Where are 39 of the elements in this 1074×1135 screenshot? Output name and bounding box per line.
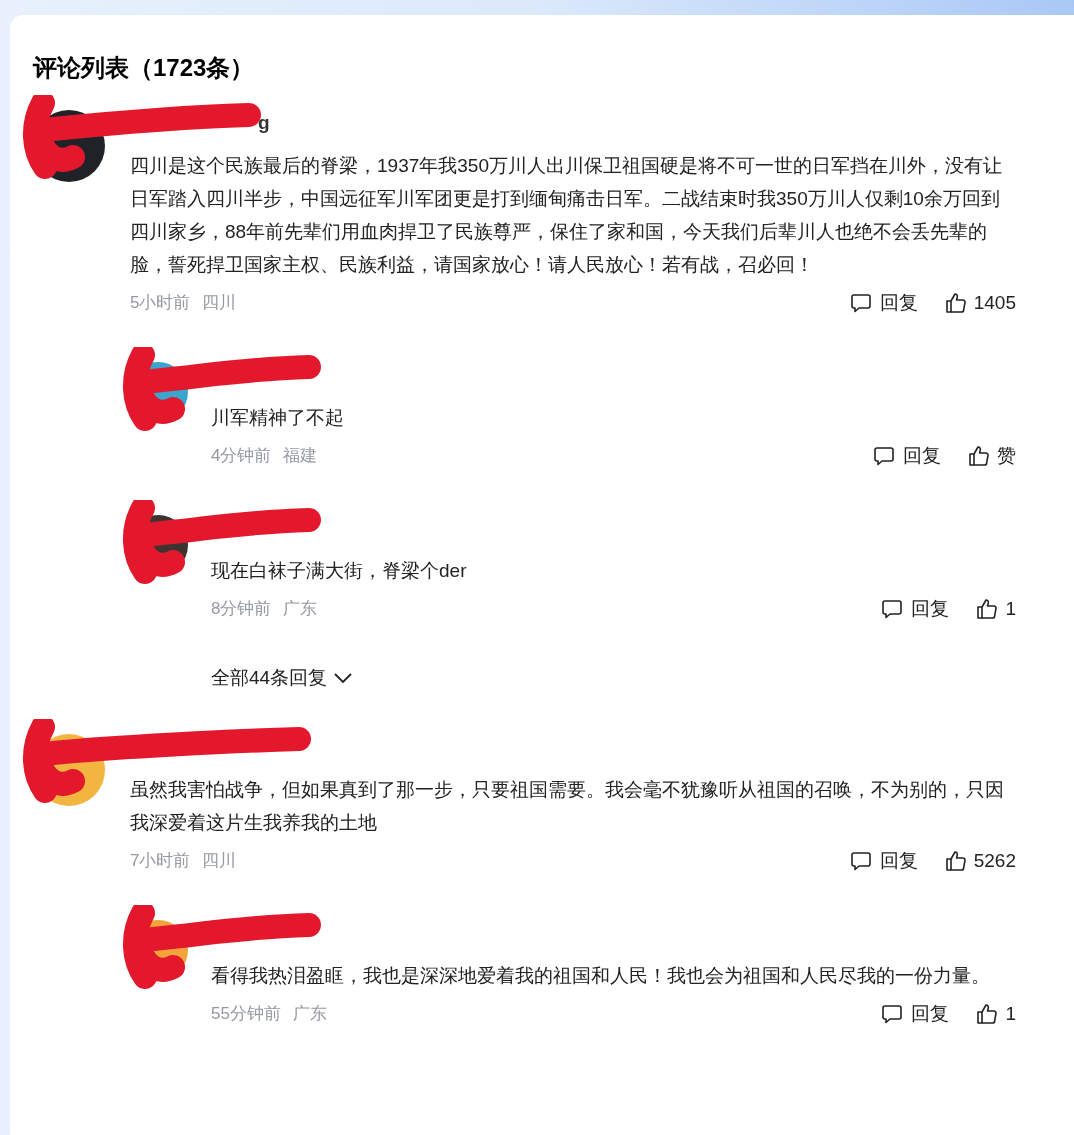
comment-time: 55分钟前 [211,1003,281,1026]
thumbs-up-icon [943,291,968,315]
comment-text: 现在白袜子满大街，脊梁个der [211,559,468,583]
like-button[interactable]: 1405 [943,288,1016,318]
comment-text: 川军精神了不起 [211,406,345,430]
comment-icon [881,1003,904,1025]
comment-location: 福建 [283,445,318,468]
reply-button[interactable]: 回复 [849,288,918,318]
comment-location: 广东 [292,1003,327,1026]
comment-location: 四川 [202,292,237,315]
comment-icon [873,445,895,467]
comment-icon [881,598,904,620]
chevron-down-icon [333,672,354,684]
comment-location: 四川 [202,850,237,873]
like-button[interactable]: 1 [975,999,1016,1029]
like-button[interactable]: 赞 [967,441,1016,471]
thumbs-up-icon [943,849,968,873]
username[interactable]: g [258,108,270,138]
reply-button[interactable]: 回复 [849,846,918,876]
show-all-replies-link[interactable]: 全部44条回复 [211,666,354,690]
like-button[interactable]: 5262 [943,846,1016,876]
thumbs-up-icon [975,597,1000,621]
comment-time: 8分钟前 [211,598,272,621]
thumbs-up-icon [967,444,991,468]
comment-text: 看得我热泪盈眶，我也是深深地爱着我的祖国和人民！我也会为祖国和人民尽我的一份力量。 [211,964,991,988]
reply-button[interactable]: 回复 [881,999,950,1029]
comment-icon [849,292,872,314]
comment-time: 7小时前 [130,850,191,873]
panel-title: 评论列表（1723条） [33,53,256,83]
comment-icon [849,850,872,872]
comment-text: 四川是这个民族最后的脊梁，1937年我350万川人出川保卫祖国硬是将不可一世的日军挡在川外，没有让日军踏入四川半步，中国远征军川军团更是打到缅甸痛击日军。二战结束时我350万川人仅剩10余万回到四川家乡，88年前先辈们用血肉捍卫了民族尊严，保住了家和国，今天我们后辈川人也绝不会丢先辈的脸，誓死捍卫国家主权、民族利益，请国家放心！请人民放心！若有战，召必回！ [130,154,1003,277]
thumbs-up-icon [975,1002,1000,1026]
comment-time: 5小时前 [130,292,191,315]
like-button[interactable]: 1 [975,594,1016,624]
comment-time: 4分钟前 [211,445,272,468]
comment-text: 虽然我害怕战争，但如果真到了那一步，只要祖国需要。我会毫不犹豫听从祖国的召唤，不为别的，只因我深爱着这片生我养我的土地 [130,778,1005,835]
reply-button[interactable]: 回复 [873,441,941,471]
comment-location: 广东 [283,598,318,621]
reply-button[interactable]: 回复 [881,594,950,624]
